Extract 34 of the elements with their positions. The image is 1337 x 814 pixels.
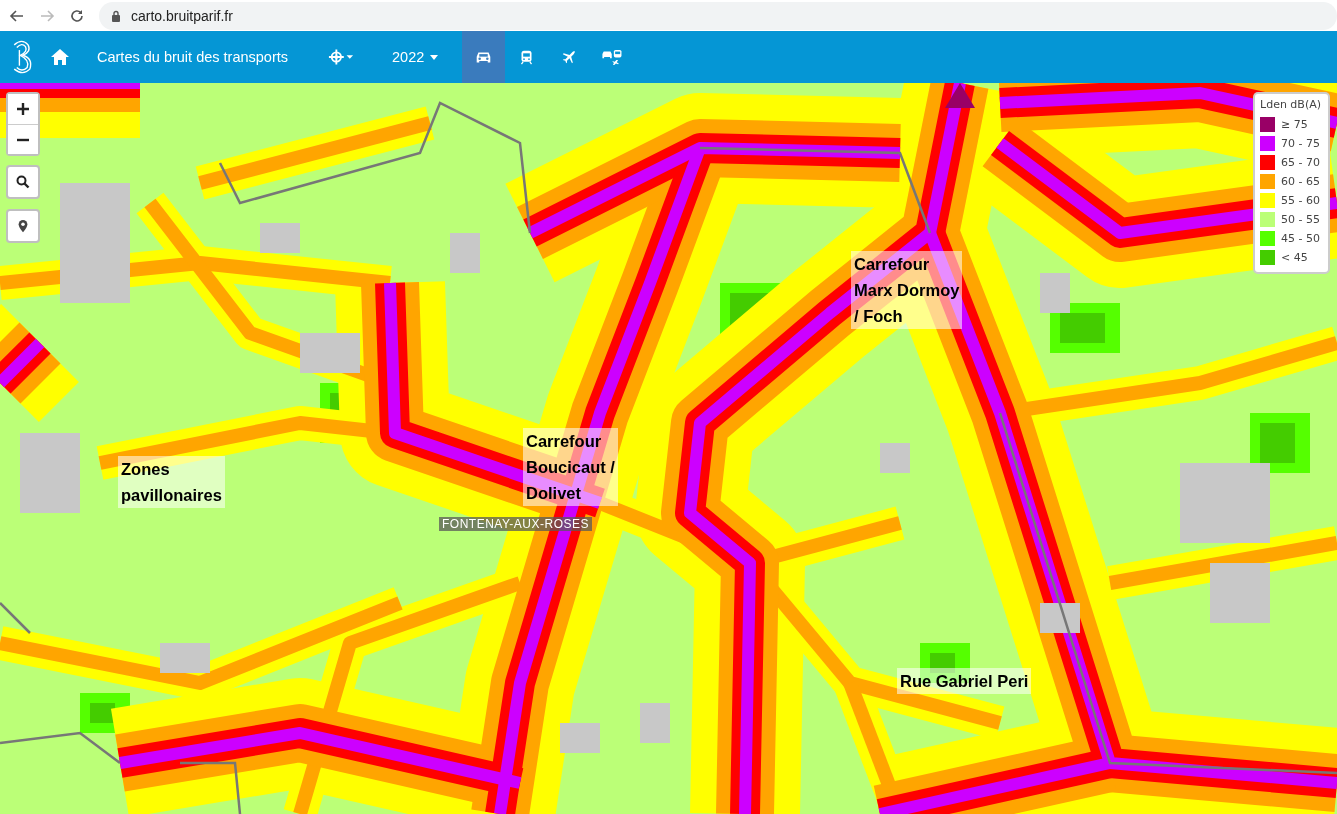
legend-label: 50 - 55: [1281, 213, 1320, 226]
plus-icon: [16, 102, 30, 116]
location-pin-button[interactable]: [6, 209, 40, 243]
car-train-plane-icon: [601, 48, 624, 66]
map-annotation: Carrefour Boucicaut / Dolivet: [523, 428, 618, 506]
legend-label: ≥ 75: [1281, 118, 1308, 131]
legend-label: 70 - 75: [1281, 137, 1320, 150]
car-mode-tab[interactable]: [462, 31, 506, 83]
search-button[interactable]: [6, 165, 40, 199]
map-annotation: Carrefour Marx Dormoy / Foch: [851, 251, 963, 329]
app-title[interactable]: Cartes du bruit des transports: [97, 49, 288, 65]
noise-map-drawing[interactable]: [0, 83, 1337, 814]
map-annotation: Rue Gabriel Peri: [897, 668, 1032, 694]
year-dropdown[interactable]: 2022: [378, 31, 453, 83]
address-bar[interactable]: carto.bruitparif.fr: [99, 1, 1337, 30]
home-icon[interactable]: [49, 48, 71, 66]
legend-label: 65 - 70: [1281, 156, 1320, 169]
reload-icon[interactable]: [69, 7, 85, 24]
legend-label: < 45: [1281, 251, 1308, 264]
back-icon[interactable]: [9, 7, 25, 24]
legend-label: 55 - 60: [1281, 194, 1320, 207]
legend-title: Lden dB(A): [1260, 98, 1321, 111]
search-icon: [16, 175, 30, 189]
url-text: carto.bruitparif.fr: [131, 7, 233, 24]
zoom-out-button[interactable]: [8, 124, 38, 154]
map-pin-icon: [16, 219, 30, 233]
crosshair-icon: [328, 48, 354, 66]
map-annotation: Zones pavillonaires: [118, 456, 225, 508]
car-icon: [475, 49, 493, 65]
lock-icon: [111, 9, 121, 22]
caret-icon: [430, 54, 439, 60]
legend-label: 60 - 65: [1281, 175, 1320, 188]
legend-label: 45 - 50: [1281, 232, 1320, 245]
place-label: FONTENAY-AUX-ROSES: [439, 517, 593, 531]
